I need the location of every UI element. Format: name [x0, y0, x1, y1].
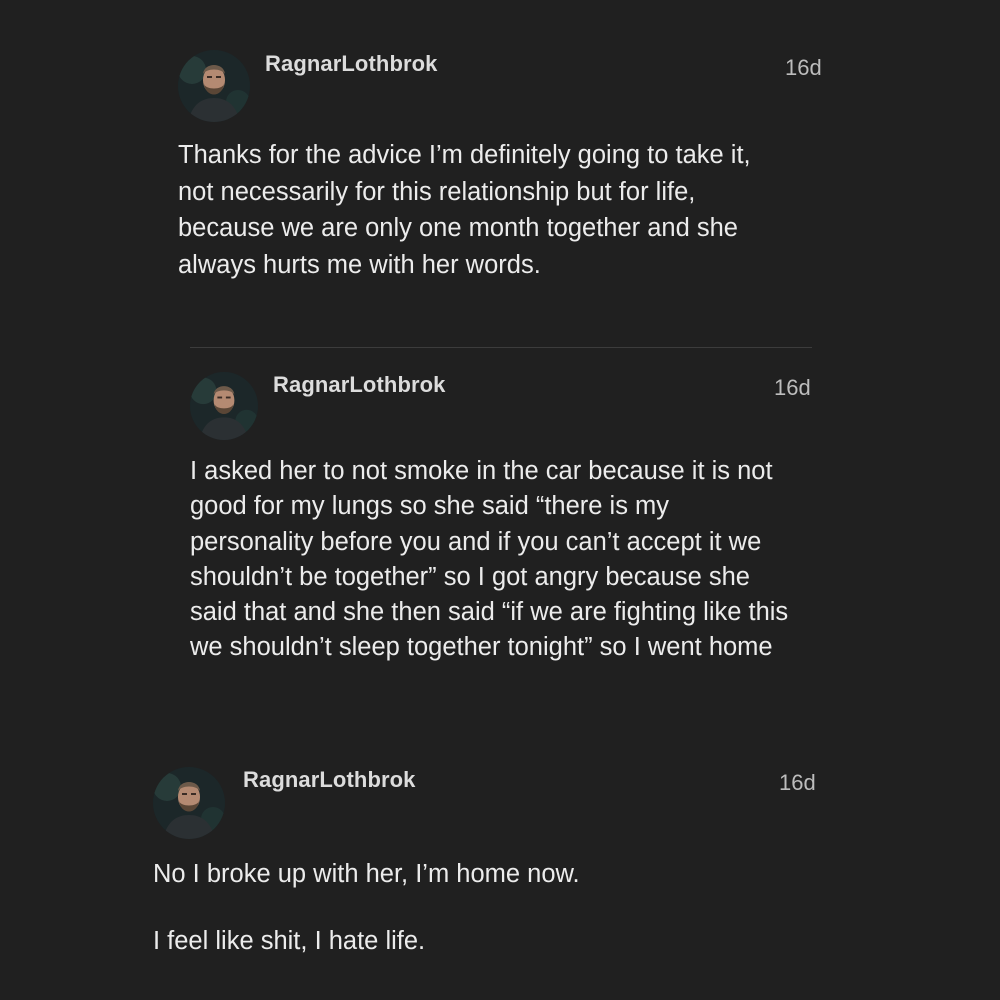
- comment-username[interactable]: RagnarLothbrok: [265, 51, 438, 77]
- comment-line: shouldn’t be together” so I got angry be…: [190, 562, 750, 591]
- comment-username[interactable]: RagnarLothbrok: [273, 372, 446, 398]
- comment-line: we shouldn’t sleep together tonight” so …: [190, 633, 773, 662]
- comment-line: personality before you and if you can’t …: [190, 527, 762, 556]
- comment-line: always hurts me with her words.: [178, 250, 541, 279]
- user-avatar-icon[interactable]: [190, 372, 258, 440]
- comment-line: Thanks for the advice I’m definitely goi…: [178, 141, 751, 169]
- comment-1: RagnarLothbrok 16d Thanks for the advice…: [0, 0, 1000, 300]
- comment-paragraph: No I broke up with her, I’m home now.: [153, 860, 580, 888]
- comment-3: RagnarLothbrok 16d No I broke up with he…: [0, 740, 1000, 1000]
- comment-body: Thanks for the advice I’m definitely goi…: [178, 137, 751, 283]
- comment-line: said that and she then said “if we are f…: [190, 598, 789, 627]
- comment-timestamp: 16d: [785, 55, 822, 80]
- comment-body: No I broke up with her, I’m home now. I …: [153, 856, 580, 959]
- comment-line: not necessarily for this relationship bu…: [178, 177, 696, 206]
- comment-paragraph: I feel like shit, I hate life.: [153, 926, 426, 955]
- comment-body: I asked her to not smoke in the car beca…: [190, 454, 788, 666]
- comment-line: good for my lungs so she said “there is …: [190, 492, 670, 521]
- comment-line: because we are only one month together a…: [178, 214, 738, 242]
- comment-2: RagnarLothbrok 16d I asked her to not sm…: [0, 348, 1000, 688]
- comment-timestamp: 16d: [779, 770, 816, 795]
- user-avatar-icon[interactable]: [178, 50, 250, 122]
- user-avatar-icon[interactable]: [153, 767, 225, 839]
- comment-line: I asked her to not smoke in the car beca…: [190, 457, 773, 485]
- comment-username[interactable]: RagnarLothbrok: [243, 767, 416, 793]
- comment-timestamp: 16d: [774, 375, 811, 400]
